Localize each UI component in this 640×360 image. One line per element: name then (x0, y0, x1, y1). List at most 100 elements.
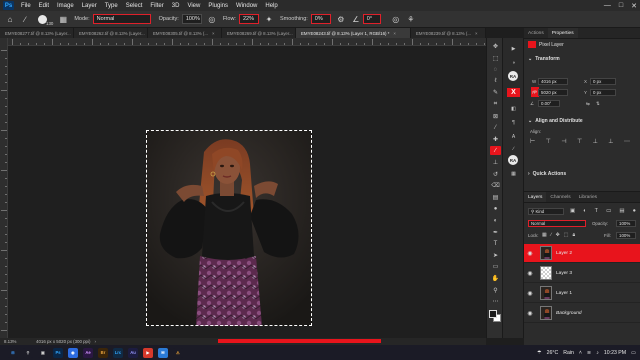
eye-icon[interactable]: ◉ (524, 270, 536, 277)
align-top-icon[interactable]: ⊤ (577, 138, 582, 145)
doc-tab-1[interactable]: EMYE08277.tif @ 8.13% (Layer...× (0, 28, 74, 38)
history-brush-tool-icon[interactable]: ↺ (490, 170, 501, 179)
frame-tool-icon[interactable]: ⊠ (490, 112, 501, 121)
taskbar-app-icon[interactable]: ⚲ (23, 347, 33, 358)
smoothing-settings-icon[interactable]: ⚙ (336, 14, 346, 24)
mode-select[interactable]: Normal (92, 14, 151, 24)
opacity-input[interactable]: 100% (181, 14, 202, 24)
menu-help[interactable]: Help (261, 3, 281, 9)
type-tool-icon[interactable]: T (490, 239, 501, 248)
pressure-size-icon[interactable]: ◎ (391, 14, 401, 24)
x-field[interactable]: 0 px (590, 78, 616, 85)
lock-all-icon[interactable]: 🔒︎ (573, 232, 576, 238)
lock-position-icon[interactable]: ✥ (556, 232, 560, 238)
menu-layer[interactable]: Layer (78, 3, 101, 9)
taskbar-app-icon[interactable]: ⚠ (173, 347, 183, 358)
align-section[interactable]: ⌄ Align and Distribute (524, 116, 587, 126)
close-icon[interactable]: × (212, 31, 215, 36)
character-panel-icon[interactable]: A (507, 132, 520, 141)
horizontal-ruler[interactable] (8, 38, 486, 46)
canvas-area[interactable] (8, 46, 486, 338)
fill-input[interactable]: 100% (616, 232, 636, 239)
history-panel-icon[interactable]: ▶ (507, 44, 520, 53)
move-tool-icon[interactable]: ✥ (490, 42, 501, 51)
maximize-button[interactable]: □ (619, 2, 623, 9)
close-icon[interactable]: × (475, 31, 478, 36)
align-bottom-icon[interactable]: ⊥ (608, 138, 613, 145)
status-arrow-icon[interactable]: › (94, 339, 95, 344)
taskbar-app-icon[interactable]: Ae (83, 347, 93, 358)
doc-tab-4[interactable]: EMYE08269.tif @ 8.13% (Layer...× (222, 28, 296, 38)
quick-actions-section[interactable]: › Quick Actions (524, 169, 570, 179)
taskbar-app-icon[interactable]: ▶ (143, 347, 153, 358)
angle-field[interactable]: 0.00° (538, 100, 560, 107)
weather-temp[interactable]: 26°C (547, 350, 559, 356)
height-field[interactable]: 5020 px (538, 89, 568, 96)
y-field[interactable]: 0 px (590, 89, 616, 96)
home-icon[interactable]: ⌂ (5, 14, 15, 24)
filter-toggle-icon[interactable]: ● (633, 208, 636, 214)
menu-view[interactable]: View (183, 3, 204, 9)
eraser-tool-icon[interactable]: ⌫ (490, 181, 501, 190)
taskbar-app-icon[interactable]: Lrc (113, 347, 123, 358)
close-icon[interactable]: × (393, 31, 396, 36)
tab-properties[interactable]: Properties (547, 28, 578, 38)
tab-channels[interactable]: Channels (546, 192, 574, 202)
zoom-level[interactable]: 8.13% (4, 339, 32, 344)
flip-horizontal-icon[interactable]: ⇆ (586, 101, 590, 107)
lock-pixels-icon[interactable]: ∕ (551, 232, 552, 238)
taskbar-app-icon[interactable]: ▣ (38, 347, 48, 358)
menu-filter[interactable]: Filter (146, 3, 167, 9)
artboard-tool-icon[interactable]: ⬚ (490, 54, 501, 63)
filter-adjustment-icon[interactable]: ◐ (583, 208, 586, 214)
menu-select[interactable]: Select (122, 3, 147, 9)
more-tools-icon[interactable]: ⋯ (490, 297, 501, 306)
tab-libraries[interactable]: Libraries (575, 192, 601, 202)
lock-transparency-icon[interactable]: ▦ (542, 232, 547, 238)
menu-plugins[interactable]: Plugins (204, 3, 232, 9)
brushes-panel-icon[interactable]: ∕ (507, 144, 520, 153)
align-right-icon[interactable]: ⊣ (561, 138, 566, 145)
chevron-up-icon[interactable]: ˄ (579, 350, 582, 356)
layer-row[interactable]: ◉ Background (524, 304, 640, 323)
taskbar-app-icon[interactable]: ◉ (68, 347, 78, 358)
doc-tab-3[interactable]: EMYE08305.tif @ 8.13% (... × (148, 28, 222, 38)
brush-tool-icon[interactable]: ∕ (490, 146, 501, 156)
notification-icon[interactable]: ▭ (631, 350, 636, 356)
pressure-opacity-icon[interactable]: ◎ (207, 14, 217, 24)
quick-select-tool-icon[interactable]: ✎ (490, 88, 501, 97)
doc-tab-5[interactable]: EMYE08243.tif @ 8.13% (Layer 1, RGB/16) … (296, 28, 411, 38)
clone-stamp-tool-icon[interactable]: ⊥ (490, 158, 501, 167)
gradient-tool-icon[interactable]: ▤ (490, 193, 501, 202)
x-plugin-button[interactable]: X (507, 88, 520, 97)
filter-shape-icon[interactable]: ▭ (606, 208, 611, 214)
width-field[interactable]: 4016 px (538, 78, 568, 85)
healing-brush-tool-icon[interactable]: ✚ (490, 135, 501, 144)
filter-pixel-icon[interactable]: ▣ (570, 208, 575, 214)
marquee-tool-icon[interactable]: ◌ (490, 65, 501, 74)
airbrush-icon[interactable]: ✦ (264, 14, 274, 24)
eye-icon[interactable]: ◉ (524, 250, 536, 257)
wifi-icon[interactable]: ≋ (587, 350, 591, 356)
volume-icon[interactable]: ♪ (596, 350, 599, 356)
menu-3d[interactable]: 3D (168, 3, 184, 9)
close-button[interactable]: ✕ (631, 2, 637, 10)
eye-icon[interactable]: ◉ (524, 310, 536, 317)
flow-input[interactable]: 22% (238, 14, 259, 24)
layer-row[interactable]: ◉ Layer 1 (524, 284, 640, 303)
align-center-h-icon[interactable]: ⊤ (546, 138, 551, 145)
eyedropper-tool-icon[interactable]: ⁄ (490, 123, 501, 132)
angle-input[interactable]: 0° (362, 14, 381, 24)
transform-section[interactable]: ⌄ Transform (524, 54, 640, 64)
ra-plugin-button-2[interactable]: RA (508, 155, 518, 165)
swatches-panel-icon[interactable]: ▦ (507, 169, 520, 178)
layer-opacity-input[interactable]: 100% (616, 220, 636, 227)
dodge-tool-icon[interactable]: ◐ (490, 216, 501, 225)
menu-type[interactable]: Type (101, 3, 122, 9)
taskbar-app-icon[interactable]: Ps (53, 347, 63, 358)
lasso-tool-icon[interactable]: ℓ (490, 77, 501, 86)
filter-type-icon[interactable]: T (595, 208, 598, 214)
adjustments-panel-icon[interactable]: ◧ (507, 104, 520, 113)
taskbar-app-icon[interactable]: Au (128, 347, 138, 358)
blur-tool-icon[interactable]: ● (490, 204, 501, 213)
